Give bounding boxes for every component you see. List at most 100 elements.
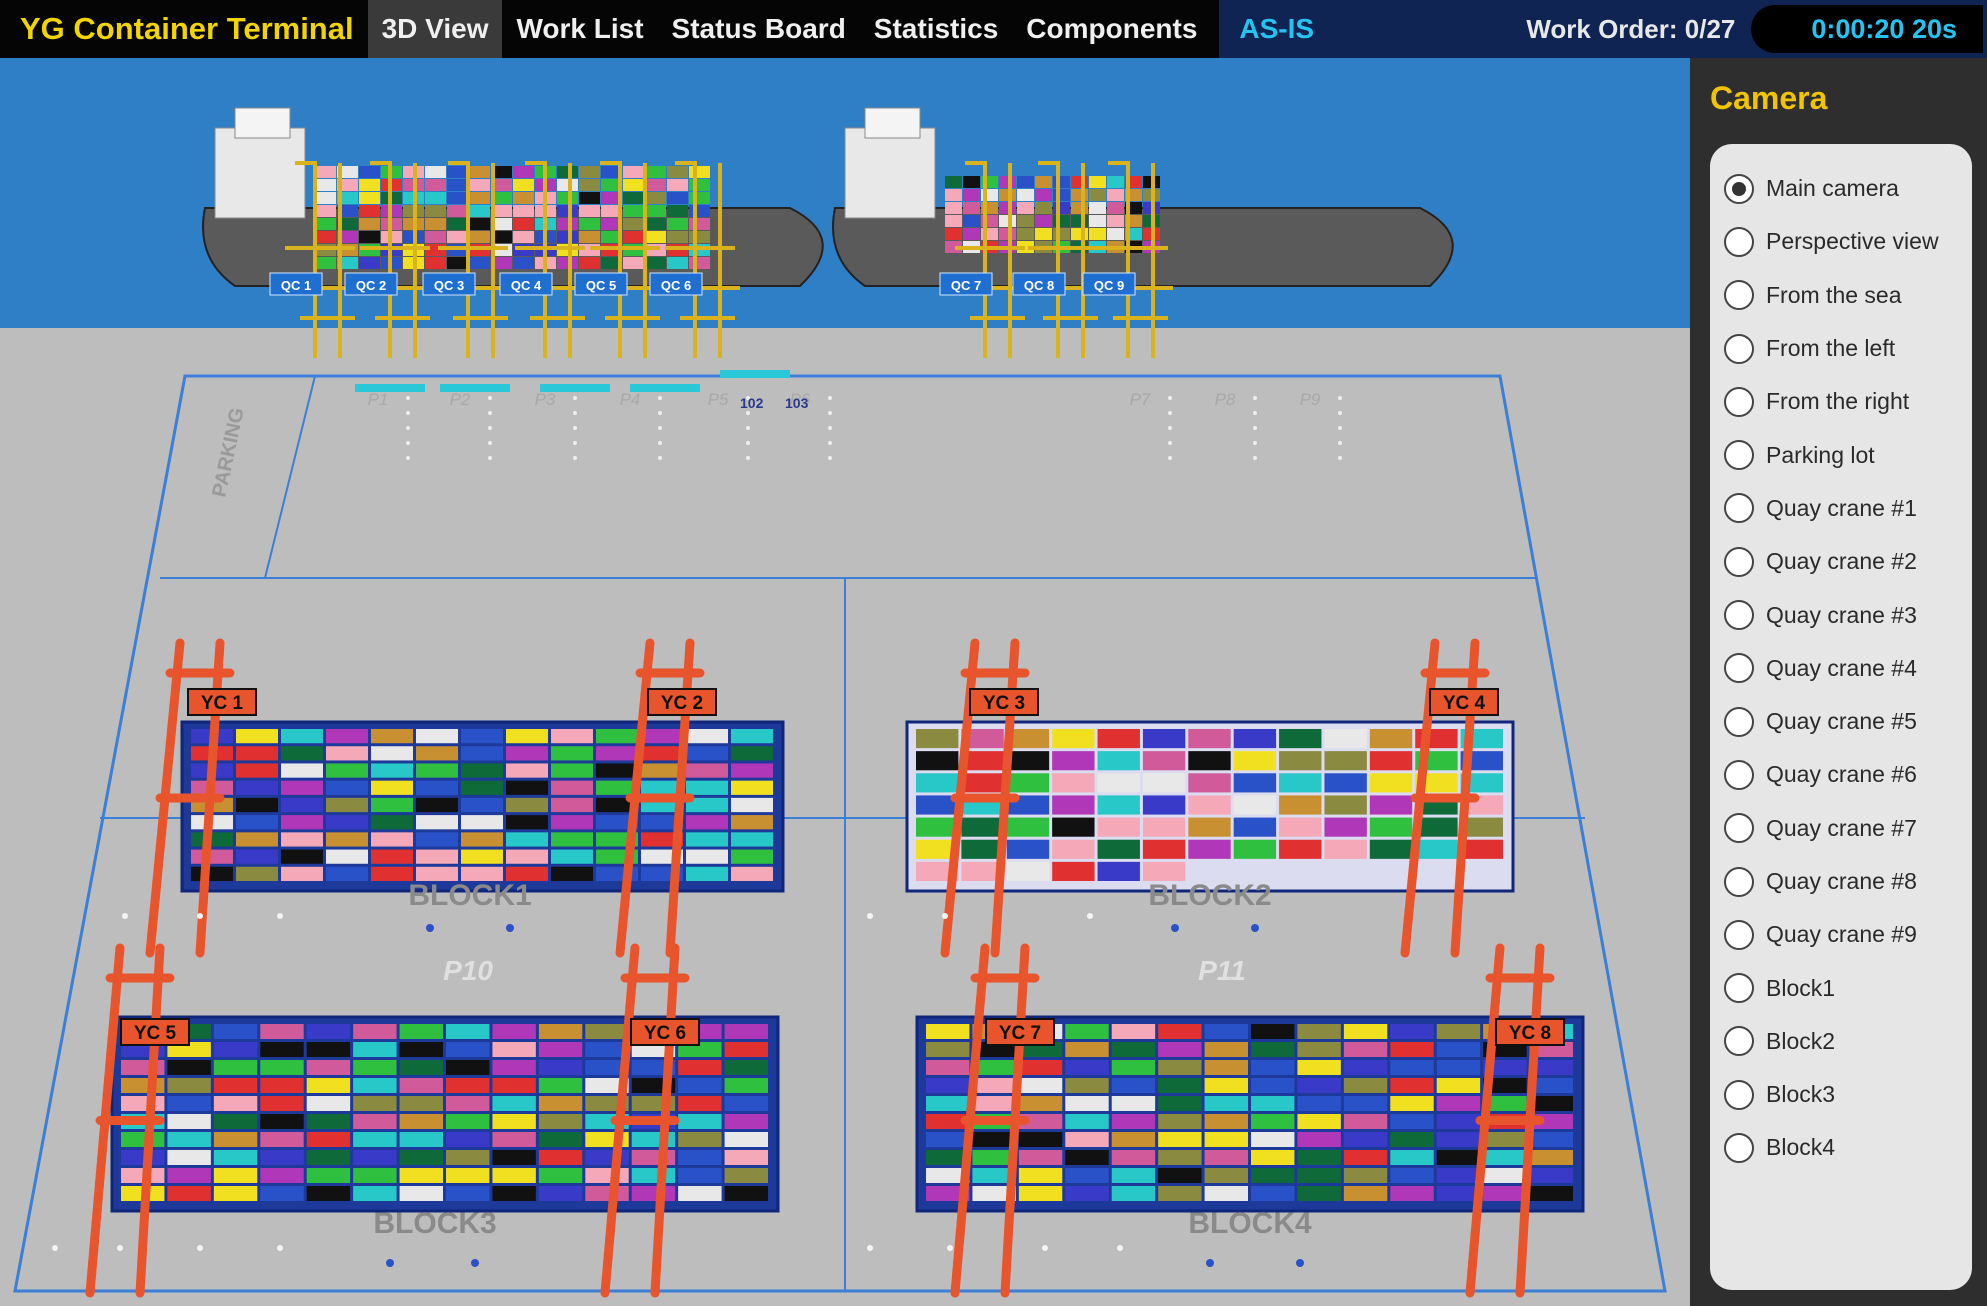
3d-viewport[interactable]: QC 1 QC 2 QC 3 QC 4 QC 5 QC 6 QC 7 QC 8 QC 9 PARK…: [0, 58, 1690, 1306]
ship-container: [359, 257, 380, 269]
lane-marker: [573, 456, 577, 460]
camera-option-quay-crane-1[interactable]: Quay crane #1: [1724, 482, 1972, 535]
yard-container: [1204, 1132, 1248, 1147]
ship-container: [945, 215, 962, 227]
camera-option-quay-crane-6[interactable]: Quay crane #6: [1724, 748, 1972, 801]
radio-button[interactable]: [1724, 546, 1754, 577]
camera-panel-title: Camera: [1710, 80, 1828, 116]
radio-button[interactable]: [1724, 759, 1754, 790]
yard-container: [551, 729, 593, 744]
camera-option-quay-crane-9[interactable]: Quay crane #9: [1724, 908, 1972, 961]
ship-container: [359, 231, 380, 243]
yard-container: [416, 832, 458, 847]
ship-container: [425, 166, 446, 178]
yard-container: [1483, 1150, 1527, 1165]
camera-option-quay-crane-3[interactable]: Quay crane #3: [1724, 588, 1972, 641]
radio-button[interactable]: [1724, 493, 1754, 524]
yard-container: [1111, 1150, 1156, 1165]
radio-button[interactable]: [1724, 386, 1754, 417]
radio-button[interactable]: [1724, 973, 1754, 1004]
yard-container: [961, 817, 1004, 837]
yard-truck: [355, 384, 425, 392]
yard-crane-label: YC 8: [1509, 1023, 1551, 1044]
camera-option-quay-crane-7[interactable]: Quay crane #7: [1724, 802, 1972, 855]
ship-container: [557, 231, 578, 243]
yard-container: [1297, 1078, 1341, 1093]
ship-container: [1053, 228, 1070, 240]
yard-container: [353, 1042, 397, 1057]
camera-option-from-the-left[interactable]: From the left: [1724, 322, 1972, 375]
radio-button[interactable]: [1724, 1079, 1754, 1110]
radio-button[interactable]: [1724, 1132, 1754, 1163]
radio-button[interactable]: [1724, 813, 1754, 844]
yard-container: [1251, 1132, 1295, 1147]
yard-container: [353, 1114, 397, 1129]
camera-option-quay-crane-2[interactable]: Quay crane #2: [1724, 535, 1972, 588]
yard-container: [1065, 1024, 1109, 1039]
yard-container: [371, 832, 413, 847]
yard-container: [506, 780, 548, 795]
yard-container: [551, 849, 593, 864]
yard-container: [213, 1150, 258, 1165]
radio-button[interactable]: [1724, 919, 1754, 950]
yard-container: [1436, 1096, 1481, 1111]
yard-container: [1111, 1078, 1156, 1093]
camera-option-perspective-view[interactable]: Perspective view: [1724, 215, 1972, 268]
radio-button[interactable]: [1724, 333, 1754, 364]
camera-option-quay-crane-4[interactable]: Quay crane #4: [1724, 642, 1972, 695]
radio-button[interactable]: [1724, 653, 1754, 684]
radio-button[interactable]: [1724, 1026, 1754, 1057]
camera-option-from-the-right[interactable]: From the right: [1724, 375, 1972, 428]
yard-container: [731, 729, 773, 744]
camera-option-label: Quay crane #8: [1766, 868, 1917, 894]
tab-3d-view[interactable]: 3D View: [367, 0, 503, 58]
yard-container: [1251, 1096, 1295, 1111]
radio-button[interactable]: [1724, 280, 1754, 311]
camera-option-quay-crane-5[interactable]: Quay crane #5: [1724, 695, 1972, 748]
yard-container: [1204, 1024, 1248, 1039]
radio-button[interactable]: [1724, 600, 1754, 631]
berth-position-label: P2: [450, 390, 471, 409]
yard-container: [731, 763, 773, 778]
yard-container: [1233, 729, 1277, 749]
radio-button[interactable]: [1724, 440, 1754, 471]
tab-status-board[interactable]: Status Board: [658, 0, 860, 58]
radio-button[interactable]: [1724, 706, 1754, 737]
yard-container: [1251, 1042, 1295, 1057]
yard-container: [446, 1150, 490, 1165]
yard-container: [1052, 751, 1095, 771]
radio-button[interactable]: [1724, 866, 1754, 897]
lane-marker: [406, 411, 410, 415]
yard-container: [506, 849, 548, 864]
ship-container: [999, 176, 1016, 188]
lane-marker: [1338, 441, 1342, 445]
ship-container: [425, 218, 446, 230]
yard-container: [1006, 773, 1050, 793]
tab-statistics[interactable]: Statistics: [860, 0, 1013, 58]
terminal-scene[interactable]: QC 1 QC 2 QC 3 QC 4 QC 5 QC 6 QC 7 QC 8 QC 9PARK…: [0, 58, 1690, 1306]
yard-container: [1297, 1042, 1341, 1057]
camera-option-block1[interactable]: Block1: [1724, 961, 1972, 1014]
ship-container: [315, 166, 336, 178]
camera-option-quay-crane-8[interactable]: Quay crane #8: [1724, 855, 1972, 908]
camera-option-block2[interactable]: Block2: [1724, 1015, 1972, 1068]
ship-container: [469, 192, 490, 204]
camera-option-block3[interactable]: Block3: [1724, 1068, 1972, 1121]
camera-option-from-the-sea[interactable]: From the sea: [1724, 269, 1972, 322]
camera-option-main-camera[interactable]: Main camera: [1724, 162, 1972, 215]
ship-container: [963, 176, 980, 188]
lane-marker: [197, 1245, 203, 1251]
ship-container: [469, 166, 490, 178]
yard-container: [1343, 1132, 1388, 1147]
camera-option-parking-lot[interactable]: Parking lot: [1724, 428, 1972, 481]
tab-work-list[interactable]: Work List: [502, 0, 657, 58]
ship-container: [579, 166, 600, 178]
yard-container: [1111, 1042, 1156, 1057]
radio-button[interactable]: [1724, 226, 1754, 257]
yard-container: [1436, 1114, 1481, 1129]
ship-container: [689, 257, 710, 269]
camera-option-block4[interactable]: Block4: [1724, 1121, 1972, 1174]
tab-components[interactable]: Components: [1012, 0, 1211, 58]
radio-button[interactable]: [1724, 173, 1754, 204]
yard-container: [461, 849, 503, 864]
